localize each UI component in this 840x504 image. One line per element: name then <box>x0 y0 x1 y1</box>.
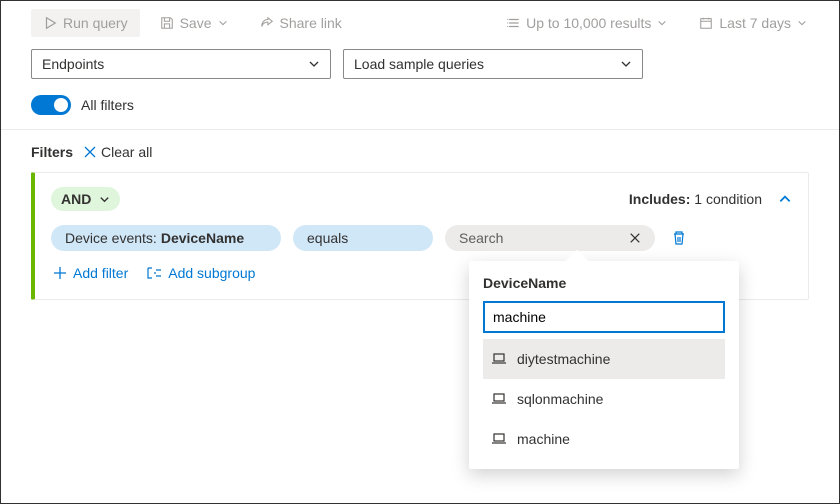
clear-all-label: Clear all <box>101 144 152 160</box>
chevron-down-icon <box>657 18 667 28</box>
calendar-icon <box>699 16 713 30</box>
field-prefix: Device events: <box>65 230 157 246</box>
chevron-down-icon <box>99 194 110 205</box>
operator-pill[interactable]: equals <box>293 225 433 251</box>
includes-summary: Includes: 1 condition <box>629 191 792 207</box>
popup-search-input[interactable] <box>483 301 725 333</box>
autocomplete-option[interactable]: sqlonmachine <box>483 379 725 419</box>
includes-value: 1 condition <box>694 191 762 207</box>
laptop-icon <box>491 352 507 366</box>
chevron-down-icon <box>620 58 632 70</box>
all-filters-label: All filters <box>81 97 134 113</box>
save-label: Save <box>180 15 212 31</box>
laptop-icon <box>491 432 507 446</box>
delete-condition-button[interactable] <box>667 226 691 250</box>
toggle-row: All filters <box>1 89 839 130</box>
popup-title: DeviceName <box>483 275 725 291</box>
play-icon <box>43 16 57 30</box>
list-icon <box>506 16 520 30</box>
results-limit-button[interactable]: Up to 10,000 results <box>494 9 679 37</box>
all-filters-toggle[interactable] <box>31 95 71 115</box>
logic-operator-label: AND <box>61 191 91 207</box>
toolbar: Run query Save Share link Up to 10,000 r… <box>1 1 839 45</box>
sample-queries-label: Load sample queries <box>354 56 484 72</box>
share-icon <box>260 16 274 30</box>
condition-row: Device events: DeviceName equals Search <box>51 225 792 251</box>
chevron-down-icon <box>218 18 228 28</box>
add-filter-button[interactable]: Add filter <box>53 265 128 281</box>
scope-select[interactable]: Endpoints <box>31 49 331 79</box>
option-label: machine <box>517 431 570 447</box>
plus-icon <box>53 266 67 280</box>
field-pill[interactable]: Device events: DeviceName <box>51 225 281 251</box>
includes-label: Includes: <box>629 191 690 207</box>
option-label: diytestmachine <box>517 351 610 367</box>
time-range-button[interactable]: Last 7 days <box>687 9 819 37</box>
chevron-up-icon[interactable] <box>778 192 792 206</box>
chevron-down-icon <box>308 58 320 70</box>
laptop-icon <box>491 392 507 406</box>
operator-label: equals <box>307 230 348 246</box>
filters-title: Filters <box>31 144 73 160</box>
add-filter-label: Add filter <box>73 265 128 281</box>
scope-select-label: Endpoints <box>42 56 104 72</box>
filters-header: Filters Clear all <box>1 130 839 172</box>
run-query-button[interactable]: Run query <box>31 9 140 37</box>
run-query-label: Run query <box>63 15 128 31</box>
save-button[interactable]: Save <box>148 9 240 37</box>
filter-group-header: AND Includes: 1 condition <box>51 187 792 211</box>
sample-queries-select[interactable]: Load sample queries <box>343 49 643 79</box>
autocomplete-option[interactable]: diytestmachine <box>483 339 725 379</box>
add-subgroup-label: Add subgroup <box>168 265 255 281</box>
selects-row: Endpoints Load sample queries <box>1 45 839 89</box>
close-icon <box>83 145 97 159</box>
logic-operator-chip[interactable]: AND <box>51 187 120 211</box>
autocomplete-option[interactable]: machine <box>483 419 725 459</box>
share-link-button[interactable]: Share link <box>248 9 354 37</box>
field-name: DeviceName <box>161 230 244 246</box>
subgroup-icon <box>146 266 162 280</box>
search-placeholder: Search <box>459 230 503 246</box>
add-subgroup-button[interactable]: Add subgroup <box>146 265 255 281</box>
autocomplete-popup: DeviceName diytestmachine sqlonmachine m… <box>469 261 739 469</box>
value-search-pill[interactable]: Search <box>445 225 655 251</box>
share-link-label: Share link <box>280 15 342 31</box>
clear-all-button[interactable]: Clear all <box>83 144 152 160</box>
option-label: sqlonmachine <box>517 391 603 407</box>
chevron-down-icon <box>797 18 807 28</box>
results-limit-label: Up to 10,000 results <box>526 15 651 31</box>
trash-icon <box>671 230 687 246</box>
close-icon[interactable] <box>629 232 641 244</box>
time-range-label: Last 7 days <box>719 15 791 31</box>
save-icon <box>160 16 174 30</box>
